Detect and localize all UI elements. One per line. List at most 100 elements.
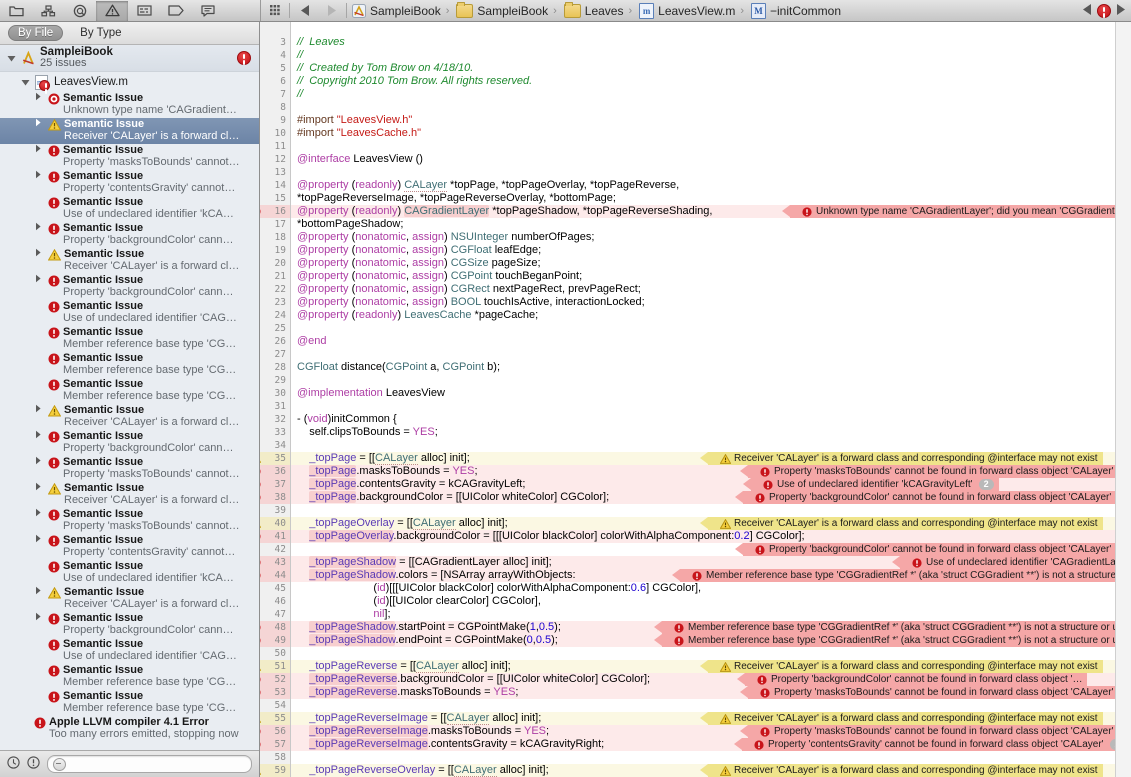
issue-row[interactable]: Apple LLVM compiler 4.1 Error Too many er… (0, 716, 259, 742)
code-line[interactable]: #import "LeavesView.h" (297, 114, 412, 126)
code-line[interactable]: @property (nonatomic, assign) BOOL touch… (297, 296, 645, 308)
issue-row[interactable]: Semantic Issue Receiver 'CALayer' is a fo… (0, 248, 259, 274)
disclosure-triangle-icon[interactable] (34, 586, 45, 597)
disclosure-triangle-open-icon[interactable] (6, 53, 17, 64)
log-navigator-icon[interactable] (192, 1, 224, 21)
disclosure-triangle-icon[interactable] (34, 430, 45, 441)
code-line[interactable]: - (void)initCommon { (297, 413, 397, 425)
go-forward-button[interactable] (318, 5, 344, 16)
issue-row[interactable]: Semantic Issue Property 'contentsGravity'… (0, 534, 259, 560)
inline-error-annotation[interactable]: Property 'backgroundColor' cannot be fou… (734, 491, 1117, 504)
code-line[interactable]: (id)[[UIColor clearColor] CGColor], (297, 595, 541, 607)
go-back-button[interactable] (292, 5, 318, 16)
issue-row[interactable]: Semantic Issue Receiver 'CALayer' is a fo… (0, 118, 259, 144)
issue-list[interactable]: SampleiBook 25 issues m LeavesView.m (0, 45, 259, 750)
inline-error-annotation[interactable]: Property 'masksToBounds' cannot be found… (739, 465, 1119, 478)
code-line[interactable]: _topPage.contentsGravity = kCAGravityLef… (297, 478, 525, 490)
inline-error-annotation[interactable]: Unknown type name 'CAGradientLayer'; did… (782, 205, 1131, 218)
inline-warning-annotation[interactable]: Receiver 'CALayer' is a forward class an… (700, 517, 1103, 530)
inline-error-annotation[interactable]: Property 'backgroundColor' cannot be fou… (736, 673, 1088, 686)
inline-warning-annotation[interactable]: Receiver 'CALayer' is a forward class an… (700, 660, 1103, 673)
errors-only-icon[interactable] (27, 756, 40, 772)
breadcrumb-item-project[interactable]: SampleiBook › (349, 3, 453, 18)
disclosure-triangle-icon[interactable] (34, 118, 45, 129)
code-line[interactable]: @property (readonly) LeavesCache *pageCa… (297, 309, 538, 321)
code-line[interactable]: _topPageOverlay.backgroundColor = [[[UIC… (297, 530, 805, 542)
inline-error-annotation[interactable]: Property 'masksToBounds' cannot be found… (739, 686, 1119, 699)
search-navigator-icon[interactable] (64, 1, 96, 21)
inline-error-annotation[interactable]: Property 'backgroundColor' cannot be fou… (734, 543, 1117, 556)
breadcrumb-item-file[interactable]: m LeavesView.m › (636, 2, 748, 19)
issue-row[interactable]: Semantic Issue Member reference base type… (0, 326, 259, 352)
code-line[interactable]: @property (nonatomic, assign) CGRect nex… (297, 283, 641, 295)
code-line[interactable]: _topPage = [[CALayer alloc] init]; (297, 452, 470, 465)
source-editor[interactable]: 3 4 5 6 7 8 9 10 11 12 13 14 15 16 17 18 19 20 21 22 23 24 25 2… (260, 22, 1131, 777)
issue-row[interactable]: Semantic Issue Member reference base type… (0, 664, 259, 690)
code-line[interactable]: _topPageShadow.colors = [NSArray arrayWi… (297, 569, 576, 581)
code-line[interactable]: @property (nonatomic, assign) NSUInteger… (297, 231, 594, 243)
disclosure-triangle-icon[interactable] (34, 508, 45, 519)
code-line[interactable]: CGFloat distance(CGPoint a, CGPoint b); (297, 361, 500, 373)
disclosure-triangle-icon[interactable] (34, 612, 45, 623)
code-line[interactable]: _topPageReverse = [[CALayer alloc] init]… (297, 660, 511, 673)
breadcrumb-item-group1[interactable]: SampleiBook › (453, 1, 560, 18)
code-line[interactable]: @property (readonly) CALayer *topPage, *… (297, 179, 679, 192)
code-line[interactable]: *bottomPageShadow; (297, 218, 403, 230)
issue-row[interactable]: Semantic Issue Property 'masksToBounds' c… (0, 456, 259, 482)
code-line[interactable]: _topPageReverseOverlay = [[CALayer alloc… (297, 764, 549, 777)
filter-minus-icon[interactable] (53, 757, 66, 771)
issue-row[interactable]: Semantic Issue Member reference base type… (0, 352, 259, 378)
code-line[interactable]: @end (297, 335, 327, 347)
code-line[interactable]: _topPageReverse.masksToBounds = YES; (297, 686, 518, 698)
code-line[interactable]: @property (nonatomic, assign) CGPoint to… (297, 270, 582, 282)
code-line[interactable]: *topPageReverseImage, *topPageReverseOve… (297, 192, 616, 204)
code-line[interactable]: @property (nonatomic, assign) CGFloat le… (297, 244, 541, 256)
code-line[interactable]: // (297, 49, 303, 61)
code-line[interactable]: _topPage.backgroundColor = [[UIColor whi… (297, 491, 609, 503)
issue-row[interactable]: Semantic Issue Property 'masksToBounds' c… (0, 508, 259, 534)
issue-row[interactable]: Semantic Issue Receiver 'CALayer' is a fo… (0, 586, 259, 612)
inline-warning-annotation[interactable]: Receiver 'CALayer' is a forward class an… (700, 764, 1103, 777)
inline-error-annotation[interactable]: Property 'masksToBounds' cannot be found… (739, 725, 1119, 738)
disclosure-triangle-icon[interactable] (34, 144, 45, 155)
by-type-tab[interactable]: By Type (71, 26, 130, 40)
disclosure-triangle-icon[interactable] (34, 534, 45, 545)
issue-row[interactable]: Semantic Issue Member reference base type… (0, 690, 259, 716)
disclosure-triangle-icon[interactable] (34, 482, 45, 493)
disclosure-triangle-open-icon[interactable] (20, 77, 31, 88)
code-line[interactable]: _topPageShadow.endPoint = CGPointMake(0,… (297, 634, 558, 646)
by-file-tab[interactable]: By File (8, 25, 64, 41)
code-line[interactable]: (id)[[[UIColor blackColor] colorWithAlph… (297, 582, 701, 594)
code-line[interactable]: _topPageShadow.startPoint = CGPointMake(… (297, 621, 561, 633)
code-line[interactable]: _topPage.masksToBounds = YES; (297, 465, 478, 477)
code-line[interactable]: _topPageReverseImage = [[CALayer alloc] … (297, 712, 541, 725)
inline-error-annotation[interactable]: Use of undeclared identifier 'CAGradient… (892, 556, 1131, 569)
code-line[interactable]: self.clipsToBounds = YES; (297, 426, 438, 438)
issue-row[interactable]: Semantic Issue Use of undeclared identifi… (0, 560, 259, 586)
issue-row[interactable]: Semantic Issue Receiver 'CALayer' is a fo… (0, 482, 259, 508)
issue-navigator-icon[interactable] (96, 0, 128, 21)
debug-navigator-icon[interactable] (128, 1, 160, 21)
file-group-row[interactable]: m LeavesView.m (0, 72, 259, 92)
code-line[interactable]: // Copyright 2010 Tom Brow. All rights r… (297, 75, 532, 87)
breadcrumb-item-group2[interactable]: Leaves › (561, 1, 636, 18)
inline-warning-annotation[interactable]: Receiver 'CALayer' is a forward class an… (700, 452, 1103, 465)
issue-row[interactable]: Semantic Issue Property 'backgroundColor'… (0, 430, 259, 456)
code-line[interactable]: #import "LeavesCache.h" (297, 127, 421, 139)
inline-error-annotation[interactable]: Member reference base type 'CGGradientRe… (654, 634, 1131, 647)
issue-row[interactable]: Semantic Issue Property 'backgroundColor'… (0, 612, 259, 638)
issue-row[interactable]: Semantic Issue Unknown type name 'CAGradi… (0, 92, 259, 118)
issue-row[interactable]: Semantic Issue Use of undeclared identifi… (0, 300, 259, 326)
issue-row[interactable]: Semantic Issue Property 'backgroundColor'… (0, 222, 259, 248)
breadcrumb-item-method[interactable]: M −initCommon (748, 2, 844, 19)
disclosure-triangle-icon[interactable] (34, 248, 45, 259)
code-area[interactable]: // Leaves//// Created by Tom Brow on 4/1… (291, 22, 1131, 777)
line-number-gutter[interactable]: 3 4 5 6 7 8 9 10 11 12 13 14 15 16 17 18 19 20 21 22 23 24 25 2… (260, 22, 291, 777)
issue-row[interactable]: Semantic Issue Member reference base type… (0, 378, 259, 404)
code-line[interactable]: _topPageReverseImage.masksToBounds = YES… (297, 725, 549, 737)
inline-error-annotation[interactable]: Property 'contentsGravity' cannot be fou… (734, 738, 1130, 751)
code-line[interactable]: _topPageReverse.backgroundColor = [[UICo… (297, 673, 650, 685)
inline-error-annotation[interactable]: Member reference base type 'CGGradientRe… (671, 569, 1131, 582)
inline-error-annotation[interactable]: Use of undeclared identifier 'kCAGravity… (743, 478, 999, 491)
code-line[interactable]: // (297, 88, 303, 100)
